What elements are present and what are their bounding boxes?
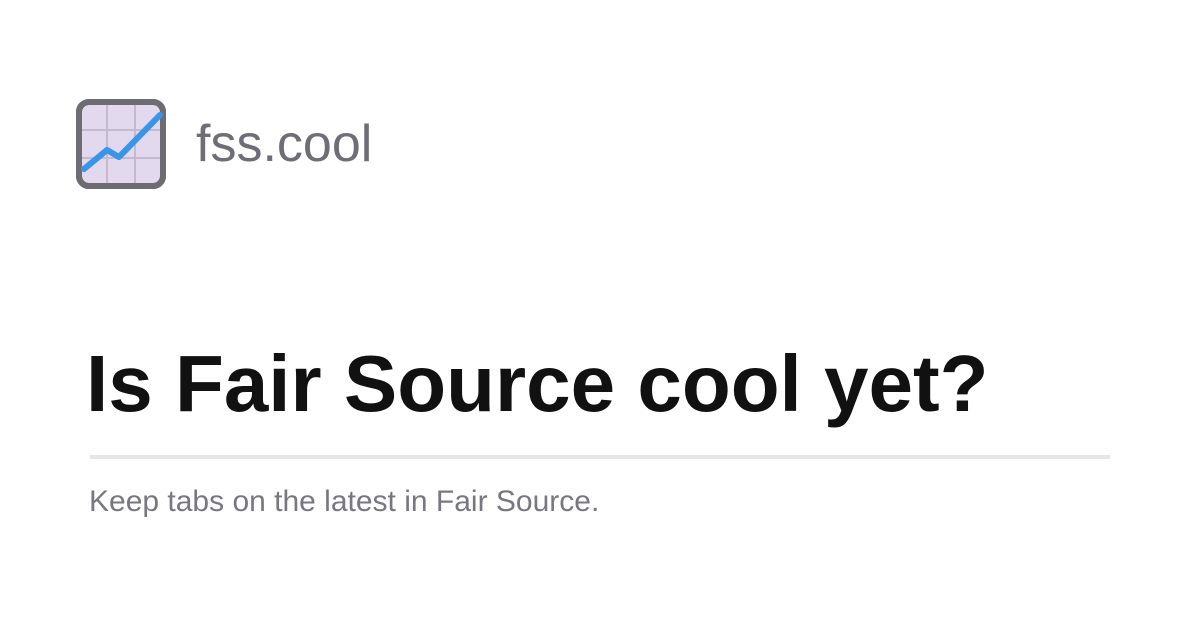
- divider: [90, 455, 1110, 459]
- page-subtitle: Keep tabs on the latest in Fair Source.: [89, 485, 600, 518]
- site-name[interactable]: fss.cool: [196, 118, 372, 170]
- chart-increasing-icon: [76, 99, 166, 189]
- brand-header: fss.cool: [76, 99, 372, 189]
- page-title: Is Fair Source cool yet?: [86, 339, 989, 428]
